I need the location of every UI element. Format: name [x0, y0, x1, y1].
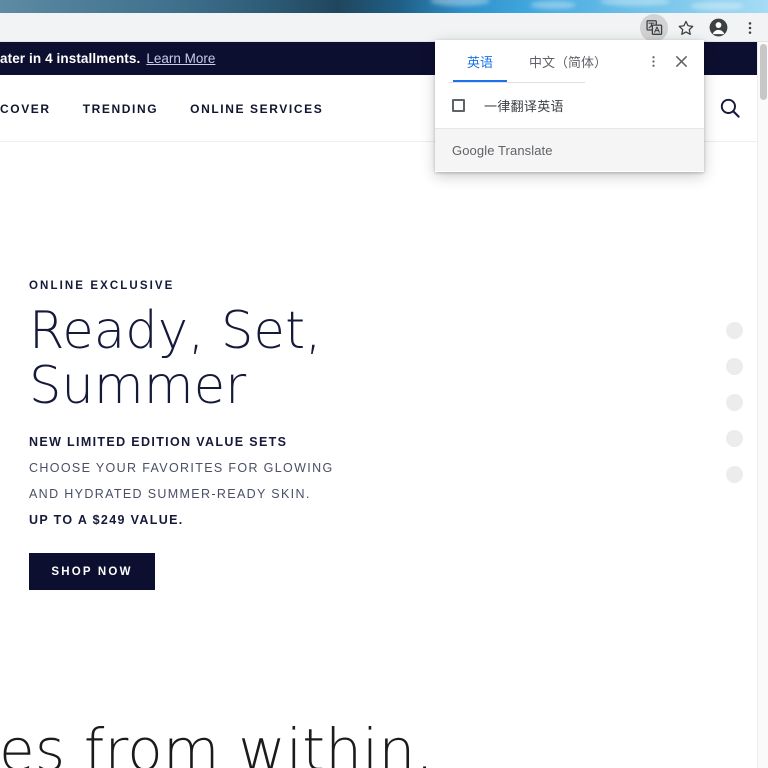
close-glyph: [675, 56, 687, 67]
carousel-dots: [726, 322, 743, 502]
bookmark-star-icon[interactable]: [672, 14, 700, 42]
cloud-shape: [530, 1, 576, 9]
translate-icon[interactable]: [640, 13, 668, 42]
cloud-shape: [430, 0, 490, 6]
chrome-menu-icon[interactable]: [736, 14, 764, 42]
browser-toolbar: [0, 13, 768, 42]
hero-body-line-2: AND HYDRATED SUMMER-READY SKIN.: [29, 487, 311, 502]
translate-tab-strip: 英语 中文（简体）: [435, 40, 638, 83]
hero-value-line: UP TO A $249 VALUE.: [29, 513, 184, 528]
carousel-dot-2[interactable]: [726, 358, 743, 375]
cloud-shape: [600, 0, 670, 6]
background-window-image-strip: [0, 0, 768, 13]
carousel-dot-5[interactable]: [726, 466, 743, 483]
tab-target-language[interactable]: 中文（简体）: [511, 40, 625, 83]
shop-now-button[interactable]: SHOP NOW: [29, 553, 155, 591]
google-translate-brand: Google Translate: [452, 142, 553, 158]
person-glyph: [709, 18, 727, 37]
hero-title: Ready, Set, Summer: [29, 301, 322, 416]
hero-eyebrow: ONLINE EXCLUSIVE: [29, 280, 175, 292]
always-translate-checkbox[interactable]: [452, 99, 465, 112]
page-scrollbar-thumb[interactable]: [760, 44, 767, 100]
hero-subtitle: NEW LIMITED EDITION VALUE SETS: [29, 435, 288, 450]
nav-link-trending[interactable]: TRENDING: [83, 102, 158, 116]
hero-content: ONLINE EXCLUSIVE Ready, Set, Summer NEW …: [29, 280, 459, 591]
more-vertical-glyph: [748, 21, 752, 34]
nav-link-cover[interactable]: COVER: [0, 102, 51, 116]
search-icon[interactable]: [713, 91, 747, 125]
hero-body-line-1: CHOOSE YOUR FAVORITES FOR GLOWING: [29, 461, 334, 476]
translate-popup-body: 一律翻译英语: [435, 83, 704, 128]
toolbar-actions: [638, 13, 766, 42]
nav-links: COVER TRENDING ONLINE SERVICES: [0, 75, 355, 142]
more-vertical-glyph: [651, 56, 655, 67]
close-icon[interactable]: [668, 49, 694, 75]
carousel-dot-4[interactable]: [726, 430, 743, 447]
nav-link-online-services[interactable]: ONLINE SERVICES: [190, 102, 323, 116]
learn-more-link[interactable]: Learn More: [146, 51, 215, 66]
tab-source-language[interactable]: 英语: [449, 40, 511, 83]
more-vertical-icon[interactable]: [640, 49, 666, 75]
star-glyph: [678, 20, 694, 35]
carousel-dot-1[interactable]: [726, 322, 743, 339]
promo-text: ater in 4 installments.: [0, 51, 141, 66]
cloud-shape: [690, 2, 744, 10]
hero-banner: ONLINE EXCLUSIVE Ready, Set, Summer NEW …: [0, 142, 757, 702]
tabs-underline: [449, 82, 585, 83]
translate-popup-footer: Google Translate: [435, 128, 704, 171]
carousel-dot-3[interactable]: [726, 394, 743, 411]
below-hero-headline: nes from within.: [0, 716, 435, 768]
below-hero-section: nes from within.: [0, 702, 757, 768]
page-scrollbar[interactable]: [757, 42, 768, 768]
always-translate-label[interactable]: 一律翻译英语: [484, 96, 564, 115]
profile-avatar-icon[interactable]: [704, 14, 732, 42]
translate-tabs: 英语 中文（简体）: [435, 40, 704, 83]
google-translate-popup: 英语 中文（简体） 一律翻译英语 Google Translate: [435, 40, 704, 172]
translate-glyph: [645, 20, 662, 35]
magnifier-glyph: [720, 98, 740, 118]
